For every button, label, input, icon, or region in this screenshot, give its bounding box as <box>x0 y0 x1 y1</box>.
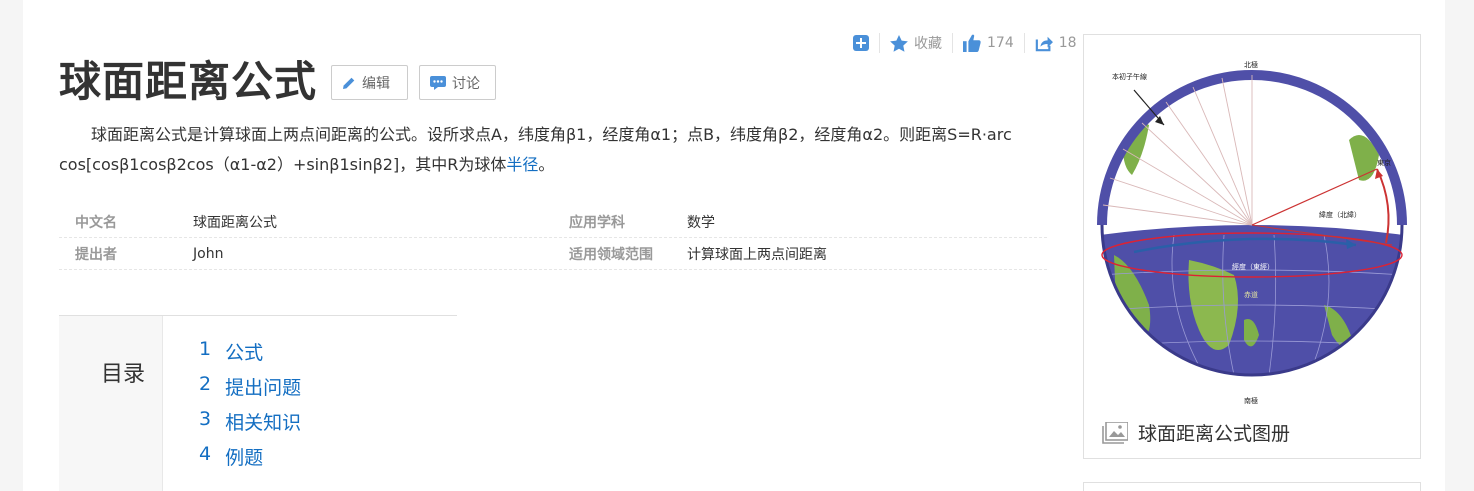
info-key: 应用学科 <box>569 214 625 231</box>
toc-item[interactable]: 1 公式 <box>199 338 301 373</box>
chat-icon <box>430 75 446 90</box>
edit-label: 编辑 <box>362 75 390 92</box>
album-caption-link[interactable]: 球面距离公式图册 <box>1102 419 1290 446</box>
page: 收藏 174 18 球面距离公式 编辑 讨论 球面距离公式是计算球面上两点间距离… <box>23 0 1445 491</box>
discuss-button[interactable]: 讨论 <box>419 65 496 100</box>
toc-label: 相关知识 <box>225 412 302 434</box>
info-value: John <box>193 245 224 262</box>
toc-number: 2 <box>199 373 212 395</box>
info-key: 提出者 <box>75 246 117 263</box>
info-key: 适用领域范围 <box>569 246 653 263</box>
like-button[interactable]: 174 <box>953 34 1024 52</box>
info-key: 中文名 <box>75 214 117 231</box>
radius-link[interactable]: 半径 <box>506 155 538 174</box>
star-icon <box>890 34 908 52</box>
basic-info-row: 中文名 球面距离公式 应用学科 数学 <box>59 206 1047 238</box>
toc-heading: 目录 <box>101 362 146 387</box>
album-caption: 球面距离公式图册 <box>1138 423 1291 445</box>
favorite-button[interactable]: 收藏 <box>880 33 952 53</box>
latitude-label: 緯度（北緯） <box>1319 210 1361 219</box>
page-title: 球面距离公式 <box>59 57 318 106</box>
favorite-label: 收藏 <box>914 36 942 52</box>
globe-diagram-image[interactable]: 北極 本初子午線 緯度（北緯） 經度（東經） 赤道 南極 東京 <box>1094 45 1410 405</box>
equator-label: 赤道 <box>1244 290 1258 299</box>
like-count: 174 <box>987 35 1014 51</box>
action-bar: 收藏 174 18 <box>843 30 1087 56</box>
toc-label: 例题 <box>225 447 264 469</box>
basic-info-row: 提出者 John 适用领域范围 计算球面上两点间距离 <box>59 238 1047 270</box>
toc-header: 目录 <box>59 316 163 491</box>
next-card <box>1083 482 1421 491</box>
toc-number: 3 <box>199 408 212 430</box>
tokyo-label: 東京 <box>1377 158 1391 167</box>
plus-square-icon <box>853 35 869 51</box>
edit-button[interactable]: 编辑 <box>331 65 408 100</box>
toc-item[interactable]: 4 例题 <box>199 443 301 478</box>
table-of-contents: 目录 1 公式 2 提出问题 3 相关知识 4 例题 <box>59 315 457 491</box>
share-count: 18 <box>1058 35 1077 51</box>
info-value: 数学 <box>687 214 715 231</box>
discuss-label: 讨论 <box>452 75 480 92</box>
toc-number: 4 <box>199 443 212 465</box>
info-value: 计算球面上两点间距离 <box>687 246 827 263</box>
basic-info-table: 中文名 球面距离公式 应用学科 数学 提出者 John 适用领域范围 计算球面上… <box>59 206 1047 270</box>
south-pole-label: 南極 <box>1244 396 1258 405</box>
toc-label: 提出问题 <box>225 377 302 399</box>
share-button[interactable]: 18 <box>1025 35 1087 52</box>
image-gallery-icon <box>1102 421 1128 444</box>
toc-number: 1 <box>199 338 212 360</box>
pencil-icon <box>343 77 355 89</box>
lemma-summary: 球面距离公式是计算球面上两点间距离的公式。设所求点A，纬度角β1，经度角α1；点… <box>59 120 1049 180</box>
toc-list: 1 公式 2 提出问题 3 相关知识 4 例题 <box>199 338 301 478</box>
toc-item[interactable]: 3 相关知识 <box>199 408 301 443</box>
thumbs-up-icon <box>963 34 981 52</box>
add-button[interactable] <box>843 35 879 51</box>
info-value: 球面距离公式 <box>193 214 277 231</box>
meridian-label: 本初子午線 <box>1112 72 1147 81</box>
summary-end: 。 <box>538 155 555 174</box>
toc-label: 公式 <box>225 342 264 364</box>
toc-item[interactable]: 2 提出问题 <box>199 373 301 408</box>
longitude-label: 經度（東經） <box>1232 262 1274 271</box>
north-pole-label: 北極 <box>1244 60 1258 69</box>
album-card[interactable]: 北極 本初子午線 緯度（北緯） 經度（東經） 赤道 南極 東京 球面距离公式图册 <box>1083 34 1421 459</box>
share-icon <box>1035 36 1053 51</box>
